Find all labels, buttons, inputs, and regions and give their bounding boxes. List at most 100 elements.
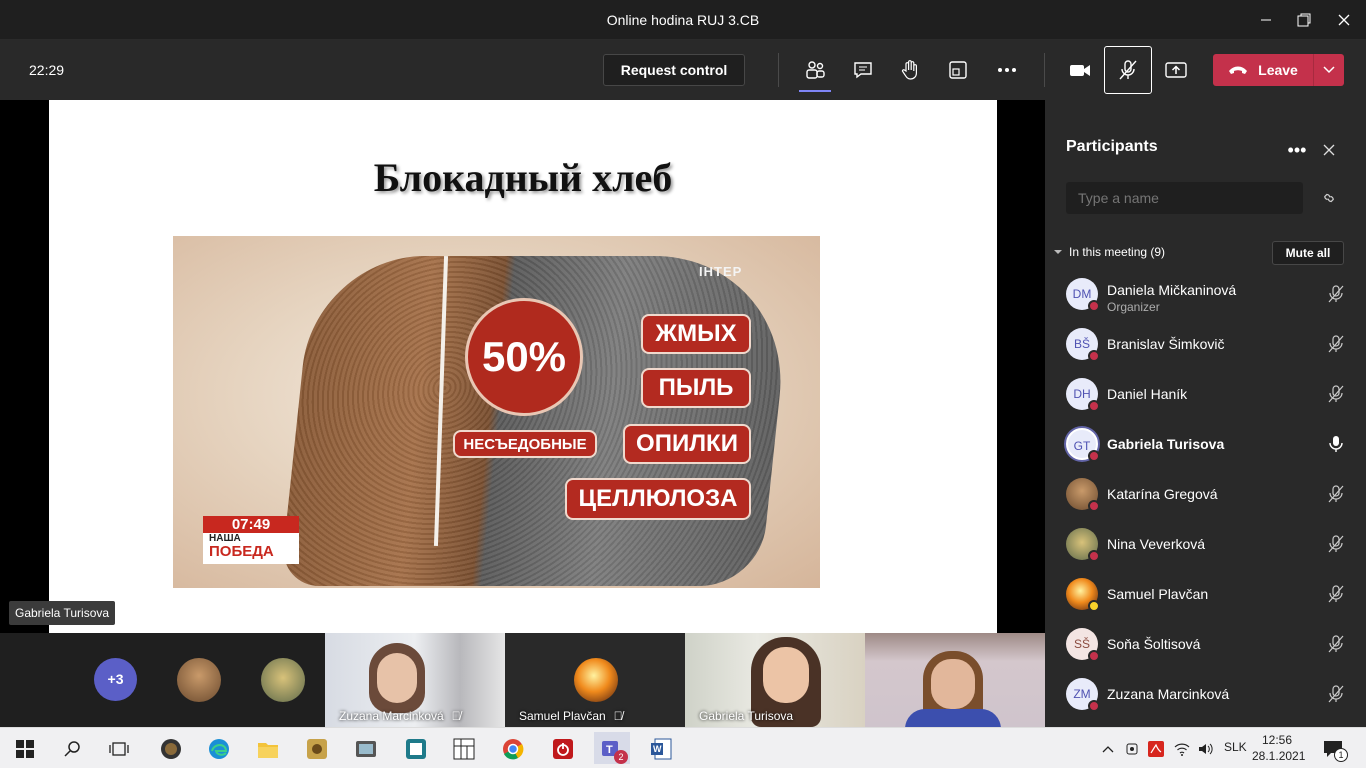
volume-icon[interactable] [1196, 736, 1216, 762]
participant-row[interactable]: Katarína Gregová [1045, 476, 1366, 526]
more-participants-button[interactable]: +3 [94, 658, 137, 701]
edge-browser-icon[interactable] [206, 736, 232, 762]
status-badge [1088, 550, 1100, 562]
raise-hand-icon[interactable] [894, 54, 926, 86]
status-badge [1088, 450, 1100, 462]
restore-icon[interactable] [1292, 8, 1316, 32]
mic-off-icon: 🎙̸ [613, 709, 623, 723]
avatar[interactable] [261, 658, 305, 702]
windows-start-icon[interactable] [12, 736, 38, 762]
chrome-browser-icon[interactable] [500, 736, 526, 762]
svg-text:W: W [653, 744, 662, 754]
chevron-down-icon[interactable] [1314, 54, 1344, 86]
close-window-icon[interactable] [1332, 8, 1356, 32]
mic-toggle-button[interactable] [1104, 46, 1152, 94]
mute-all-button[interactable]: Mute all [1272, 241, 1344, 265]
file-explorer-icon[interactable] [255, 736, 281, 762]
close-icon[interactable] [1319, 140, 1339, 160]
chevron-up-icon[interactable] [1098, 736, 1118, 762]
word-app-icon[interactable]: W [648, 736, 674, 762]
leave-button[interactable]: Leave [1213, 54, 1344, 86]
camera-icon[interactable] [1064, 54, 1096, 86]
share-screen-icon[interactable] [1160, 54, 1192, 86]
task-view-icon[interactable] [106, 736, 132, 762]
status-badge [1088, 500, 1100, 512]
minimize-icon[interactable] [1254, 8, 1278, 32]
teams-app-icon[interactable]: T 2 [594, 732, 630, 764]
video-tile[interactable]: Gabriela Turisova [685, 633, 865, 727]
participant-name: Soňa Šoltisová [1107, 636, 1201, 652]
video-tile-label: Samuel Plavčan 🎙̸ [519, 709, 623, 723]
participant-name: Katarína Gregová [1107, 486, 1218, 502]
chat-icon[interactable] [847, 54, 879, 86]
face [377, 653, 417, 703]
mic-off-icon [1328, 585, 1344, 603]
app-icon[interactable] [304, 736, 330, 762]
meeting-section-header[interactable]: In this meeting (9) [1053, 245, 1165, 259]
avatar[interactable] [177, 658, 221, 702]
search-icon[interactable] [59, 736, 85, 762]
tile-name: Zuzana Marcinková [339, 709, 444, 723]
video-gallery: +3 Zuzana Marcinková 🎙̸ Samuel Plavčan 🎙̸ … [0, 633, 1045, 727]
power-app-icon[interactable] [550, 736, 576, 762]
channel-logo: IНТЕР [699, 264, 743, 279]
shared-screen: Блокадный хлеб IНТЕР 50% ЖМЫХ ПЫЛЬ НЕСЪЕ… [0, 100, 1045, 633]
participant-row[interactable]: DH Daniel Haník [1045, 376, 1366, 426]
program-line2: ПОБЕДА [209, 543, 274, 560]
presenter-name-tag: Gabriela Turisova [9, 601, 116, 625]
participant-row[interactable]: Nina Veverková [1045, 526, 1366, 576]
tv-clock: 07:49 НАША ПОБЕДА [203, 516, 299, 564]
app-icon[interactable] [451, 736, 477, 762]
svg-text:T: T [606, 744, 613, 756]
share-invite-icon[interactable] [1319, 188, 1339, 208]
clock-time: 12:56 [1261, 733, 1293, 747]
participant-name: Zuzana Marcinková [1107, 686, 1230, 702]
notifications-icon[interactable]: 1 [1320, 736, 1348, 762]
title-bar: Online hodina RUJ 3.CB [0, 0, 1366, 40]
status-badge [1088, 400, 1100, 412]
mic-off-icon [1328, 685, 1344, 703]
participant-row[interactable]: BŠ Branislav Šimkovič [1045, 326, 1366, 376]
video-tile[interactable]: Zuzana Marcinková 🎙̸ [325, 633, 505, 727]
avatar [574, 658, 618, 702]
participants-icon[interactable] [799, 54, 831, 92]
request-control-button[interactable]: Request control [603, 54, 745, 86]
more-actions-icon[interactable] [991, 54, 1023, 86]
face [931, 659, 975, 709]
label-pyl: ПЫЛЬ [641, 368, 751, 408]
status-badge [1088, 650, 1100, 662]
app-icon[interactable] [353, 736, 379, 762]
wifi-icon[interactable] [1172, 736, 1192, 762]
device-tray-icon[interactable] [1122, 736, 1142, 762]
status-badge [1088, 600, 1100, 612]
leave-main[interactable]: Leave [1213, 54, 1313, 86]
video-tile[interactable]: Samuel Plavčan 🎙̸ [505, 633, 685, 727]
mic-off-icon [1328, 285, 1344, 303]
more-options-icon[interactable]: ••• [1285, 140, 1309, 160]
participant-row[interactable]: ZM Zuzana Marcinková [1045, 676, 1366, 726]
participant-row[interactable]: DM Daniela Mičkaninová Organizer [1045, 276, 1366, 326]
language-indicator[interactable]: SLK [1224, 740, 1247, 754]
participant-row[interactable]: SŠ Soňa Šoltisová [1045, 626, 1366, 676]
status-badge [1088, 700, 1100, 712]
slide-title: Блокадный хлеб [373, 155, 673, 200]
participant-name: Branislav Šimkovič [1107, 336, 1225, 352]
search-participants-input[interactable] [1066, 182, 1303, 214]
rooms-icon[interactable] [942, 54, 974, 86]
acrobat-tray-icon[interactable] [1146, 736, 1166, 762]
video-tile[interactable] [865, 633, 1045, 727]
label-cellyuloza: ЦЕЛЛЮЛОЗА [565, 478, 751, 520]
system-clock[interactable]: 12:56 28.1.2021 [1252, 732, 1306, 764]
percent-badge: 50% [465, 298, 583, 416]
face [763, 647, 809, 703]
participant-row[interactable]: Samuel Plavčan [1045, 576, 1366, 626]
shirt [905, 709, 1001, 727]
app-icon[interactable] [403, 736, 429, 762]
clock-date: 28.1.2021 [1252, 749, 1306, 763]
media-app-icon[interactable] [158, 736, 184, 762]
participant-name: Samuel Plavčan [1107, 586, 1209, 602]
hangup-icon [1229, 66, 1248, 74]
participant-name: Daniela Mičkaninová [1107, 282, 1237, 298]
panel-title: Participants [1066, 138, 1158, 155]
participant-row[interactable]: GT Gabriela Turisova [1045, 426, 1366, 476]
